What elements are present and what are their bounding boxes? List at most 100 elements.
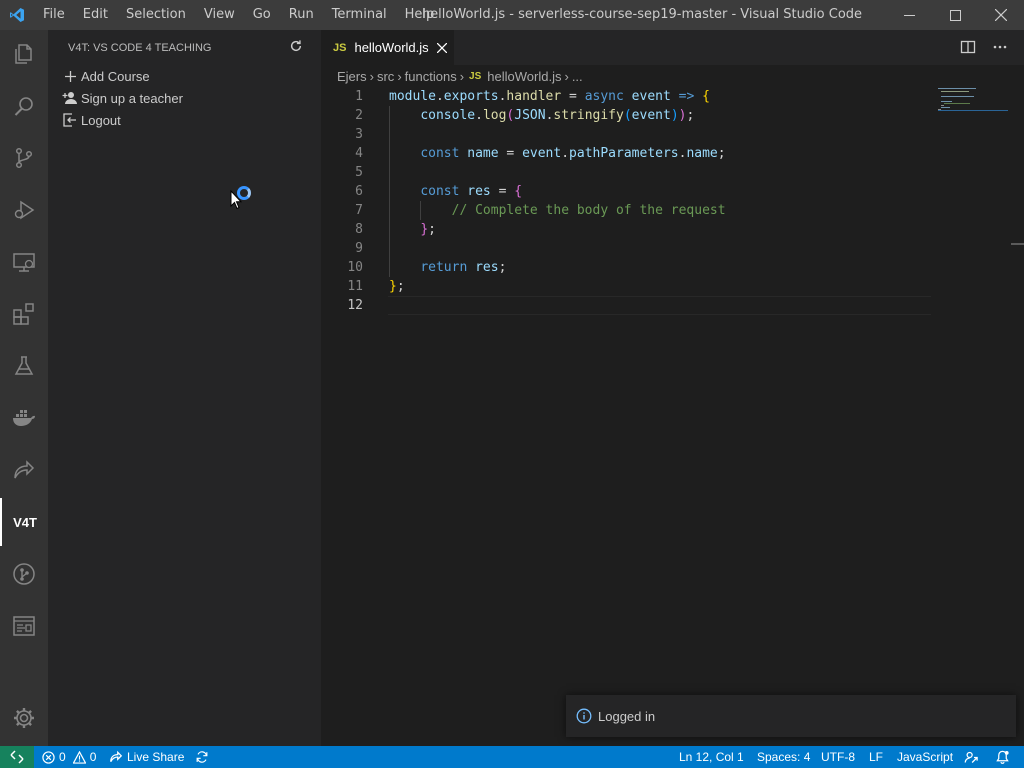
- git-graph-button[interactable]: [0, 550, 48, 598]
- git-graph-icon: [13, 563, 35, 585]
- breadcrumb: Ejers › src › functions › JS helloWorld.…: [321, 65, 1024, 87]
- browser-preview-icon: [13, 616, 35, 636]
- maximize-icon: [949, 9, 961, 21]
- indentation[interactable]: Spaces: 4: [757, 746, 810, 768]
- explorer-button[interactable]: [0, 30, 48, 78]
- split-editor-button[interactable]: [960, 39, 976, 59]
- search-icon: [14, 97, 33, 116]
- maximize-button[interactable]: [932, 0, 978, 30]
- code-line: 5: [355, 165, 363, 180]
- v4t-label: V4T: [13, 514, 37, 530]
- vscode-logo-icon: [0, 0, 34, 30]
- error-count: 0: [59, 750, 66, 764]
- code-line: 2 console.log(JSON.stringify(event));: [355, 108, 695, 123]
- refresh-button[interactable]: [289, 39, 303, 56]
- run-debug-icon: [14, 200, 35, 220]
- browser-preview-button[interactable]: [0, 602, 48, 650]
- sync-icon: [196, 751, 208, 763]
- error-icon: [42, 750, 55, 764]
- live-share-status-button[interactable]: Live Share: [109, 746, 184, 768]
- menu-bar: File Edit Selection View Go Run Terminal…: [34, 0, 443, 30]
- language-mode[interactable]: JavaScript: [897, 746, 953, 768]
- js-file-icon: JS: [469, 70, 482, 82]
- more-actions-button[interactable]: [992, 39, 1008, 59]
- feedback-button[interactable]: [964, 746, 979, 768]
- source-control-icon: [15, 147, 33, 169]
- warning-icon: [72, 750, 86, 764]
- breadcrumb-item[interactable]: Ejers: [337, 69, 367, 84]
- split-editor-icon: [960, 40, 976, 54]
- code-line: 12: [347, 298, 363, 313]
- live-share-icon: [110, 750, 123, 762]
- close-window-button[interactable]: [978, 0, 1024, 30]
- activity-bar: V4T: [0, 30, 48, 746]
- minimize-button[interactable]: [886, 0, 932, 30]
- live-share-icon: [14, 460, 35, 479]
- menu-run[interactable]: Run: [280, 0, 323, 30]
- breadcrumb-item[interactable]: src: [377, 69, 394, 84]
- cursor-position[interactable]: Ln 12, Col 1: [679, 746, 744, 768]
- run-debug-button[interactable]: [0, 186, 48, 234]
- encoding[interactable]: UTF-8: [821, 746, 855, 768]
- chevron-right-icon: ›: [459, 68, 465, 84]
- scrollbar-indicator[interactable]: [1011, 243, 1024, 245]
- plus-icon: [60, 68, 80, 84]
- testing-button[interactable]: [0, 342, 48, 390]
- code-line: 1 module.exports.handler = async event =>…: [355, 89, 710, 104]
- tree-item-label: Sign up a teacher: [81, 90, 183, 106]
- tree-item-logout[interactable]: Logout: [48, 109, 321, 131]
- live-share-button[interactable]: [0, 446, 48, 494]
- notification-toast: Logged in: [566, 695, 1016, 737]
- source-control-button[interactable]: [0, 134, 48, 182]
- end-of-line[interactable]: LF: [869, 746, 883, 768]
- tab-title: helloWorld.js: [354, 40, 429, 55]
- person-add-icon: [60, 90, 80, 106]
- js-file-icon: JS: [333, 41, 347, 54]
- code-editor[interactable]: 1 module.exports.handler = async event =>…: [321, 87, 1024, 746]
- refresh-icon: [290, 40, 302, 52]
- breadcrumb-item[interactable]: functions: [405, 69, 457, 84]
- close-icon: [436, 42, 447, 53]
- minimize-icon: [903, 14, 915, 16]
- menu-edit[interactable]: Edit: [74, 0, 117, 30]
- menu-selection[interactable]: Selection: [117, 0, 195, 30]
- gear-icon: [14, 708, 34, 728]
- remote-indicator-button[interactable]: [0, 746, 34, 768]
- bell-icon: [996, 750, 1009, 764]
- code-line: 3: [355, 127, 363, 142]
- tree-item-add-course[interactable]: Add Course: [48, 65, 321, 87]
- ellipsis-icon: [993, 45, 1007, 49]
- title-bar: File Edit Selection View Go Run Terminal…: [0, 0, 1024, 30]
- minimap[interactable]: [938, 87, 1008, 111]
- remote-explorer-button[interactable]: [0, 238, 48, 286]
- manage-button[interactable]: [0, 694, 48, 742]
- extensions-icon: [13, 303, 34, 325]
- code-line: 9: [355, 241, 363, 256]
- docker-button[interactable]: [0, 394, 48, 442]
- tab-helloworld-js[interactable]: JS helloWorld.js: [321, 30, 454, 65]
- extensions-button[interactable]: [0, 290, 48, 338]
- breadcrumb-symbols[interactable]: ...: [572, 69, 583, 84]
- problems-button[interactable]: 0 0: [42, 746, 96, 768]
- sidebar-header: V4T: VS CODE 4 TEACHING: [48, 30, 321, 65]
- menu-help[interactable]: Help: [396, 0, 444, 30]
- sync-button[interactable]: [195, 746, 209, 768]
- sidebar-title: V4T: VS CODE 4 TEACHING: [68, 41, 212, 54]
- menu-terminal[interactable]: Terminal: [323, 0, 396, 30]
- notification-message: Logged in: [598, 708, 656, 724]
- chevron-right-icon: ›: [564, 68, 569, 84]
- v4t-button[interactable]: V4T: [0, 498, 48, 546]
- code-line: 8 };: [355, 222, 436, 237]
- tab-close-button[interactable]: [436, 42, 447, 53]
- sidebar: V4T: VS CODE 4 TEACHING Add Course Sign …: [48, 30, 321, 746]
- menu-file[interactable]: File: [34, 0, 74, 30]
- tree-item-label: Add Course: [81, 68, 150, 84]
- tree-item-sign-up-teacher[interactable]: Sign up a teacher: [48, 87, 321, 109]
- breadcrumb-file[interactable]: helloWorld.js: [487, 69, 561, 84]
- menu-view[interactable]: View: [195, 0, 244, 30]
- editor-tabs: JS helloWorld.js: [321, 30, 1024, 65]
- notifications-button[interactable]: [995, 746, 1010, 768]
- menu-go[interactable]: Go: [244, 0, 280, 30]
- search-button[interactable]: [0, 82, 48, 130]
- code-line: 7 // Complete the body of the request: [355, 203, 726, 218]
